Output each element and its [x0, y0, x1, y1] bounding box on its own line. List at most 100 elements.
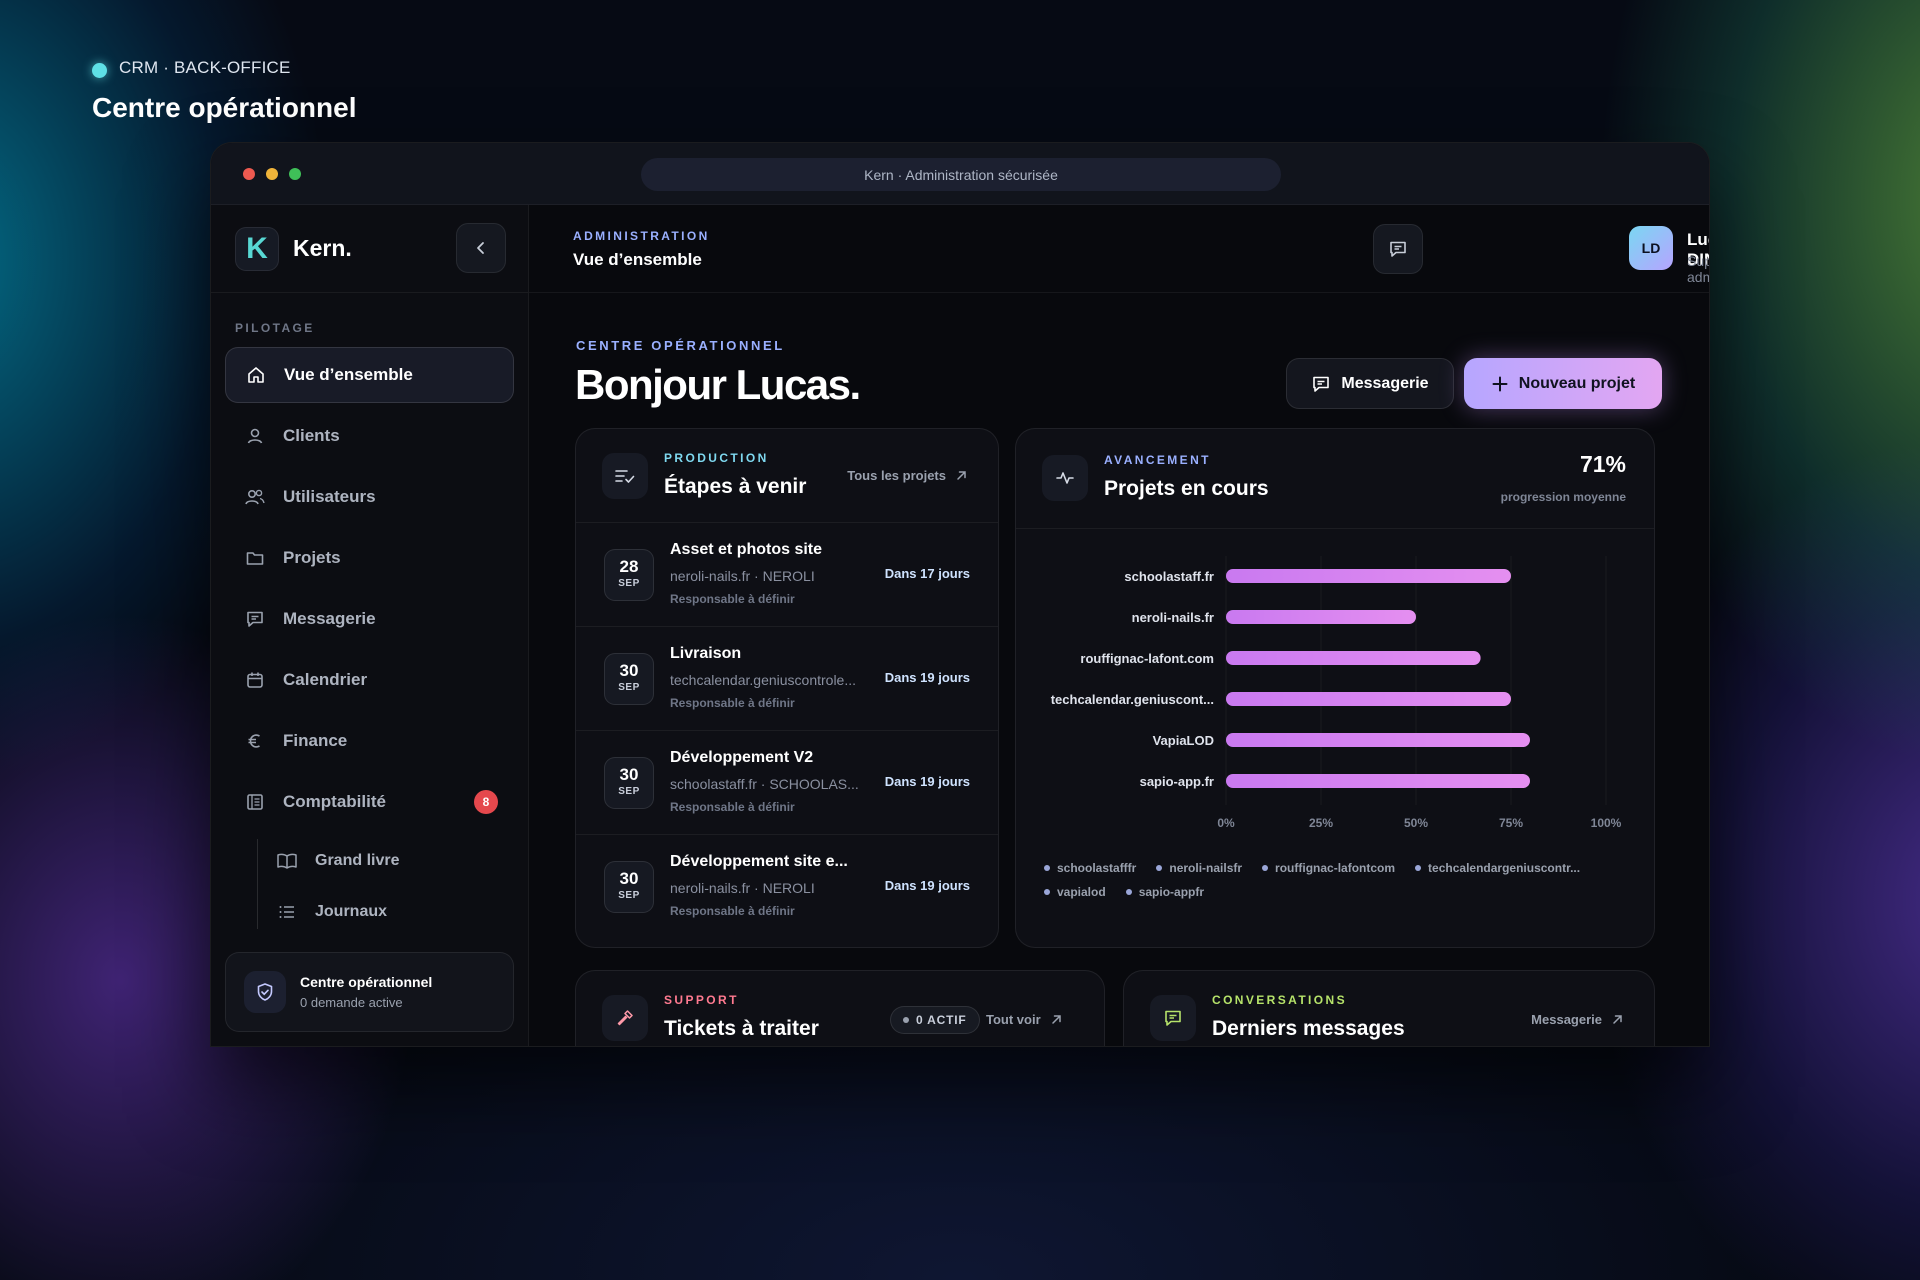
progress-eyebrow: AVANCEMENT	[1104, 453, 1211, 467]
messaging-button[interactable]: Messagerie	[1286, 358, 1454, 409]
sidebar-item-finance[interactable]: Finance	[225, 713, 514, 769]
list-item[interactable]: 28 SEP Asset et photos site neroli-nails.…	[576, 523, 998, 627]
list-icon	[275, 900, 299, 924]
progress-title: Projets en cours	[1104, 477, 1269, 500]
all-projects-link[interactable]: Tous les projets	[847, 468, 968, 483]
status-dot	[903, 1017, 909, 1023]
support-eyebrow: SUPPORT	[664, 993, 739, 1007]
breadcrumb-text: CRM · BACK-OFFICE	[119, 58, 291, 77]
legend-item[interactable]: techcalendargeniuscontr...	[1415, 861, 1580, 875]
arrow-up-right-icon	[1613, 1015, 1622, 1024]
status-card-subtitle: 0 demande active	[300, 995, 403, 1010]
legend-item[interactable]: schoolastafffr	[1044, 861, 1136, 875]
date-badge: 30 SEP	[604, 653, 654, 705]
event-due: Dans 19 jours	[884, 774, 970, 789]
sidebar-nav: Vue d’ensemble Clients Utilisateurs Proj…	[211, 347, 528, 830]
bar[interactable]	[1226, 610, 1416, 624]
see-all-tickets-link[interactable]: Tout voir	[986, 1012, 1063, 1027]
bar[interactable]	[1226, 651, 1481, 665]
book-icon	[275, 849, 299, 873]
sidebar-item-label: Finance	[283, 731, 348, 750]
legend-label: sapio-appfr	[1138, 885, 1205, 899]
bar[interactable]	[1226, 774, 1530, 788]
progress-card: AVANCEMENT Projets en cours 71% progress…	[1015, 428, 1655, 948]
list-item[interactable]: 30 SEP Livraison techcalendar.geniuscontr…	[576, 627, 998, 731]
bar-label: techcalendar.geniuscont...	[1051, 692, 1214, 707]
support-card: SUPPORT Tickets à traiter 0 ACTIF Tout v…	[575, 970, 1105, 1046]
tools-icon	[602, 995, 648, 1041]
legend-label: techcalendargeniuscontr...	[1428, 861, 1581, 875]
legend-label: schoolastafffr	[1057, 861, 1137, 875]
legend-label: rouffignac-lafontcom	[1275, 861, 1396, 875]
messages-button[interactable]	[1373, 224, 1423, 274]
sidebar-subitem-journals[interactable]: Journaux	[257, 886, 528, 937]
sidebar-item-calendar[interactable]: Calendrier	[225, 652, 514, 708]
date-badge: 30 SEP	[604, 861, 654, 913]
sidebar-subitem-label: Journaux	[315, 902, 388, 920]
status-dot	[92, 62, 107, 78]
open-messaging-link[interactable]: Messagerie	[1531, 1012, 1624, 1027]
main-content: CENTRE OPÉRATIONNEL Bonjour Lucas. Messa…	[529, 293, 1709, 1046]
topbar-eyebrow: ADMINISTRATION	[573, 229, 710, 243]
close-window-button[interactable]	[243, 168, 255, 180]
legend-swatch	[1262, 865, 1269, 871]
notification-badge: 8	[474, 790, 498, 814]
sidebar-item-overview[interactable]: Vue d’ensemble	[225, 347, 514, 403]
message-icon	[1390, 241, 1406, 257]
list-item[interactable]: 30 SEP Développement site e... neroli-nai…	[576, 835, 998, 939]
sidebar-item-label: Utilisateurs	[283, 487, 376, 506]
legend-item[interactable]: neroli-nailsfr	[1156, 861, 1242, 875]
page-title: Centre opérationnel	[92, 92, 357, 123]
address-bar[interactable]: Kern · Administration sécurisée	[641, 158, 1281, 191]
tasks-icon	[602, 453, 648, 499]
chevron-left-icon	[477, 242, 484, 254]
support-title: Tickets à traiter	[664, 1017, 819, 1040]
x-tick-label: 100%	[1591, 816, 1622, 830]
sidebar-item-messages[interactable]: Messagerie	[225, 591, 514, 647]
event-owner: Responsable à définir	[670, 800, 795, 814]
new-project-button[interactable]: Nouveau projet	[1464, 358, 1662, 409]
bar-label: schoolastaff.fr	[1124, 569, 1214, 584]
event-meta: neroli-nails.fr · NEROLI	[670, 880, 815, 896]
event-owner: Responsable à définir	[670, 904, 795, 918]
collapse-sidebar-button[interactable]	[456, 223, 506, 273]
bar[interactable]	[1226, 733, 1530, 747]
sidebar-item-clients[interactable]: Clients	[225, 408, 514, 464]
production-card: PRODUCTION Étapes à venir Tous les proje…	[575, 428, 999, 948]
plus-icon	[1492, 376, 1508, 391]
bar-label: sapio-app.fr	[1140, 774, 1214, 789]
bar[interactable]	[1226, 692, 1511, 706]
bar[interactable]	[1226, 569, 1511, 583]
average-progress-label: progression moyenne	[1500, 490, 1626, 504]
legend-item[interactable]: sapio-appfr	[1125, 885, 1205, 899]
legend-label: neroli-nailsfr	[1169, 861, 1243, 875]
calendar-icon	[243, 668, 267, 692]
brand-logo[interactable]: K	[235, 226, 279, 271]
message-icon	[243, 607, 267, 631]
production-card-header: PRODUCTION Étapes à venir Tous les proje…	[576, 429, 998, 523]
bar-label: rouffignac-lafont.com	[1080, 651, 1214, 666]
event-title: Livraison	[670, 645, 742, 662]
maximize-window-button[interactable]	[289, 168, 301, 180]
average-progress-value: 71%	[1579, 451, 1626, 477]
window-controls	[243, 168, 301, 180]
new-project-button-label: Nouveau projet	[1518, 374, 1636, 392]
ops-status-card[interactable]: Centre opérationnel 0 demande active	[225, 952, 514, 1032]
sidebar-item-projects[interactable]: Projets	[225, 530, 514, 586]
sidebar-item-accounting[interactable]: Comptabilité 8	[225, 774, 514, 830]
nav-section-label: PILOTAGE	[235, 321, 315, 335]
home-icon	[244, 363, 268, 387]
list-item[interactable]: 30 SEP Développement V2 schoolastaff.fr ·…	[576, 731, 998, 835]
sidebar-item-label: Comptabilité	[283, 792, 386, 811]
legend-item[interactable]: vapialod	[1044, 885, 1106, 899]
sidebar-item-users[interactable]: Utilisateurs	[225, 469, 514, 525]
date-badge: 30 SEP	[604, 757, 654, 809]
open-messaging-link-label: Messagerie	[1531, 1012, 1602, 1027]
avatar[interactable]: LD	[1629, 226, 1673, 270]
legend-item[interactable]: rouffignac-lafontcom	[1262, 861, 1395, 875]
minimize-window-button[interactable]	[266, 168, 278, 180]
event-owner: Responsable à définir	[670, 592, 795, 606]
sidebar-subitem-general-ledger[interactable]: Grand livre	[257, 835, 528, 886]
event-due: Dans 17 jours	[884, 566, 970, 581]
event-owner: Responsable à définir	[670, 696, 795, 710]
